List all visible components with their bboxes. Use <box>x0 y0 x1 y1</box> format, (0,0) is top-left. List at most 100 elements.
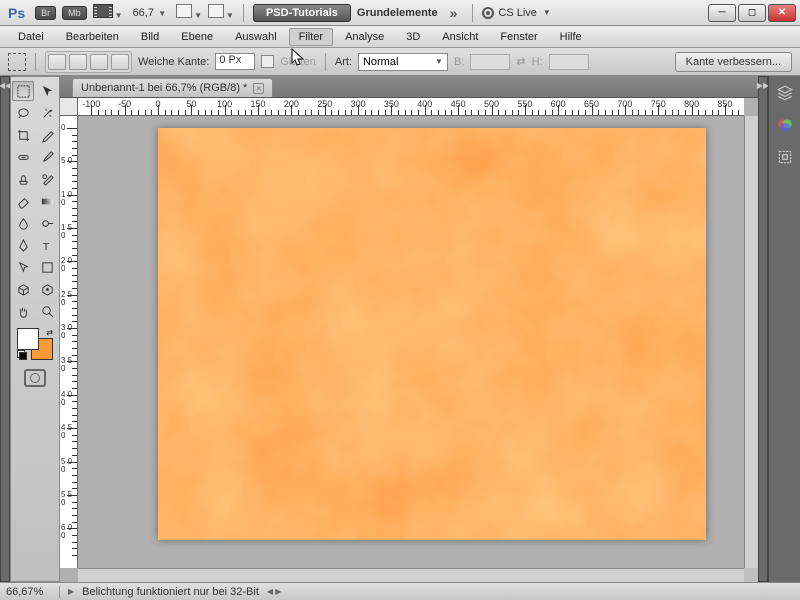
canvas-area[interactable]: -100-50050100150200250300350400450500550… <box>60 98 758 582</box>
separator <box>325 53 326 71</box>
3d-tool[interactable] <box>12 279 34 299</box>
menu-filter[interactable]: Filter <box>289 28 333 46</box>
horizontal-scrollbar[interactable] <box>78 568 744 582</box>
svg-text:T: T <box>42 242 49 253</box>
tab-close-icon[interactable]: × <box>253 83 264 94</box>
bridge-button[interactable]: Br <box>35 6 56 20</box>
style-select[interactable]: Normal▼ <box>358 53 448 71</box>
antialias-checkbox <box>261 55 274 68</box>
menu-analyse[interactable]: Analyse <box>335 28 394 46</box>
separator <box>472 4 473 22</box>
document-tab[interactable]: Unbenannt-1 bei 66,7% (RGB/8) * × <box>72 78 273 97</box>
tools-panel: T ⇄ <box>10 76 60 582</box>
swap-colors-icon[interactable]: ⇄ <box>46 328 53 337</box>
left-collapse-bar[interactable]: ◀◀ <box>0 76 10 582</box>
menu-datei[interactable]: Datei <box>8 28 54 46</box>
menu-bearbeiten[interactable]: Bearbeiten <box>56 28 129 46</box>
window-maximize[interactable]: ◻ <box>738 4 766 22</box>
style-label: Art: <box>335 56 352 68</box>
history-brush-tool[interactable] <box>36 169 58 189</box>
clone-stamp-tool[interactable] <box>12 169 34 189</box>
tool-preset-icon[interactable] <box>8 53 26 71</box>
menu-hilfe[interactable]: Hilfe <box>550 28 592 46</box>
cs-live-button[interactable]: CS Live▼ <box>482 7 550 19</box>
document-tab-label: Unbenannt-1 bei 66,7% (RGB/8) * <box>81 82 247 94</box>
ruler-vertical[interactable]: 05 01 0 01 5 02 0 02 5 03 0 03 5 04 0 04… <box>60 116 78 568</box>
3d-camera-tool[interactable] <box>36 279 58 299</box>
refine-edge-button[interactable]: Kante verbessern... <box>675 52 792 72</box>
feather-input[interactable]: 0 Px <box>215 53 255 70</box>
options-bar: Weiche Kante: 0 Px Glätten Art: Normal▼ … <box>0 48 800 76</box>
selection-add[interactable] <box>69 54 87 70</box>
path-selection-tool[interactable] <box>12 257 34 277</box>
menu-fenster[interactable]: Fenster <box>490 28 547 46</box>
menu-ebene[interactable]: Ebene <box>171 28 223 46</box>
status-next-icon[interactable]: ◀ ▶ <box>267 587 282 596</box>
minibridge-button[interactable]: Mb <box>62 6 87 20</box>
selection-subtract[interactable] <box>90 54 108 70</box>
window-minimize[interactable]: ─ <box>708 4 736 22</box>
screen-mode-icon[interactable]: ▼ <box>208 4 234 21</box>
lasso-tool[interactable] <box>12 103 34 123</box>
antialias-label: Glätten <box>280 56 315 68</box>
pen-tool[interactable] <box>12 235 34 255</box>
status-zoom[interactable]: 66,67% <box>6 586 60 598</box>
menu-auswahl[interactable]: Auswahl <box>225 28 287 46</box>
dodge-tool[interactable] <box>36 213 58 233</box>
zoom-tool[interactable] <box>36 301 58 321</box>
document-canvas[interactable] <box>158 128 706 540</box>
status-prev-icon[interactable]: ▶ <box>68 587 74 596</box>
app-logo: Ps <box>4 5 29 21</box>
width-label: B: <box>454 56 464 68</box>
menu-bild[interactable]: Bild <box>131 28 169 46</box>
separator <box>35 53 36 71</box>
foreground-color[interactable] <box>17 328 39 350</box>
zoom-level-display[interactable]: 66,7 ▼ <box>129 7 171 19</box>
title-bar: Ps Br Mb ▼ 66,7 ▼ ▼ ▼ PSD-Tutorials Grun… <box>0 0 800 26</box>
color-swatches[interactable]: ⇄ <box>17 328 53 360</box>
hand-tool[interactable] <box>12 301 34 321</box>
swap-wh-icon: ⇄ <box>516 55 525 68</box>
quick-mask-mode[interactable] <box>24 369 46 387</box>
scroll-corner <box>744 568 758 582</box>
selection-intersect[interactable] <box>111 54 129 70</box>
ruler-horizontal[interactable]: -100-50050100150200250300350400450500550… <box>78 98 744 116</box>
width-input <box>470 54 510 70</box>
brush-tool[interactable] <box>36 147 58 167</box>
channels-panel-icon[interactable] <box>774 114 796 136</box>
layers-panel-icon[interactable] <box>774 82 796 104</box>
paths-panel-icon[interactable] <box>774 146 796 168</box>
crop-tool[interactable] <box>12 125 34 145</box>
separator <box>243 4 244 22</box>
feather-label: Weiche Kante: <box>138 56 209 68</box>
vertical-scrollbar[interactable] <box>744 116 758 568</box>
arrange-documents-icon[interactable]: ▼ <box>176 4 202 21</box>
height-input <box>549 54 589 70</box>
shape-tool[interactable] <box>36 257 58 277</box>
workspace-more[interactable]: » <box>444 5 464 21</box>
menu-bar: Datei Bearbeiten Bild Ebene Auswahl Filt… <box>0 26 800 48</box>
menu-3d[interactable]: 3D <box>396 28 430 46</box>
right-collapse-bar[interactable]: ▶▶ <box>758 76 768 582</box>
blur-tool[interactable] <box>12 213 34 233</box>
magic-wand-tool[interactable] <box>36 103 58 123</box>
type-tool[interactable]: T <box>36 235 58 255</box>
selection-new[interactable] <box>48 54 66 70</box>
window-close[interactable]: ✕ <box>768 4 796 22</box>
marquee-tool[interactable] <box>12 81 34 101</box>
workspace-pill[interactable]: PSD-Tutorials <box>253 4 351 22</box>
height-label: H: <box>532 56 543 68</box>
ruler-origin[interactable] <box>60 98 78 116</box>
gradient-tool[interactable] <box>36 191 58 211</box>
workspace-name[interactable]: Grundelemente <box>357 7 438 19</box>
healing-brush-tool[interactable] <box>12 147 34 167</box>
eyedropper-tool[interactable] <box>36 125 58 145</box>
move-tool[interactable] <box>36 81 58 101</box>
eraser-tool[interactable] <box>12 191 34 211</box>
status-message: Belichtung funktioniert nur bei 32-Bit <box>82 586 259 598</box>
film-icon[interactable]: ▼ <box>93 4 123 21</box>
right-dock <box>768 76 800 582</box>
default-colors-icon[interactable] <box>17 350 27 360</box>
document-tab-bar: Unbenannt-1 bei 66,7% (RGB/8) * × <box>60 76 758 98</box>
menu-ansicht[interactable]: Ansicht <box>432 28 488 46</box>
